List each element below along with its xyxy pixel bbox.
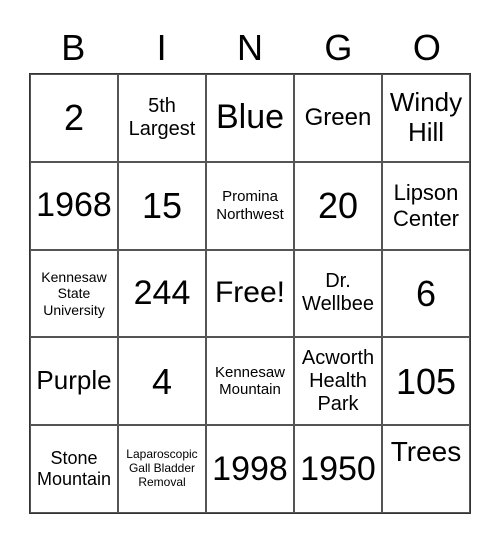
bingo-cell-text: Acworth Health Park	[301, 346, 375, 415]
bingo-cell[interactable]: 1968	[30, 161, 118, 250]
bingo-cell[interactable]: 15	[118, 161, 206, 250]
bingo-cell[interactable]: Kennesaw Mountain	[206, 337, 294, 426]
bingo-cell-text: Dr. Wellbee	[302, 270, 374, 316]
bingo-cell-text: 20	[317, 185, 359, 226]
bingo-cell[interactable]: Trees	[382, 425, 470, 513]
bingo-cell[interactable]: Laparoscopic Gall Bladder Removal	[118, 425, 206, 513]
header-letter-g: G	[324, 27, 353, 68]
bingo-cell[interactable]: 5th Largest	[118, 74, 206, 162]
bingo-cell-text: 105	[395, 360, 457, 402]
bingo-cell-text: Blue	[215, 98, 285, 137]
bingo-cell[interactable]: Windy Hill	[382, 74, 470, 162]
bingo-cell-text: Promina Northwest	[216, 188, 284, 223]
bingo-cell-text: 5th Largest	[128, 94, 196, 140]
bingo-cell[interactable]: 2	[30, 74, 118, 162]
bingo-cell[interactable]: 4	[118, 337, 206, 426]
bingo-cell[interactable]: Green	[294, 74, 382, 162]
header-letter-i: I	[156, 27, 167, 68]
bingo-cell-text: Purple	[36, 365, 112, 396]
bingo-grid: 2 5th Largest Blue Green Windy Hill 1968 15 Pro…	[29, 73, 471, 514]
bingo-cell[interactable]: Blue	[206, 74, 294, 162]
header-letter-n: N	[237, 27, 264, 68]
bingo-cell[interactable]: 105	[382, 337, 470, 426]
bingo-cell-text: 1968	[36, 186, 112, 225]
header-letter-o: O	[412, 27, 441, 68]
bingo-cell[interactable]: Kennesaw State University	[30, 249, 118, 338]
bingo-cell-text: Trees	[390, 436, 462, 467]
bingo-cell[interactable]: Acworth Health Park	[294, 337, 382, 426]
bingo-cell-text: 4	[151, 360, 173, 402]
bingo-cell-text: 1998	[212, 449, 288, 488]
bingo-cell-text: Kennesaw Mountain	[214, 364, 286, 399]
bingo-cell[interactable]: Promina Northwest	[206, 161, 294, 250]
bingo-cell[interactable]: Lipson Center	[382, 161, 470, 250]
bingo-cell-text: Free!	[214, 276, 286, 310]
bingo-cell-text: Kennesaw State University	[41, 269, 107, 318]
bingo-cell[interactable]: Dr. Wellbee	[294, 249, 382, 338]
bingo-header: B I N G O	[29, 24, 471, 72]
bingo-cell[interactable]: 1998	[206, 425, 294, 513]
bingo-cell-text: Green	[304, 104, 372, 132]
bingo-cell[interactable]: Free!	[206, 249, 294, 338]
bingo-cell[interactable]: Purple	[30, 337, 118, 426]
bingo-cell-text: Stone Mountain	[36, 448, 112, 490]
bingo-cell[interactable]: Stone Mountain	[30, 425, 118, 513]
header-letter-b: B	[61, 27, 86, 68]
bingo-cell[interactable]: 244	[118, 249, 206, 338]
bingo-cell-text: Laparoscopic Gall Bladder Removal	[126, 447, 198, 489]
bingo-cell-text: 15	[141, 185, 183, 226]
bingo-cell[interactable]: 6	[382, 249, 470, 338]
bingo-cell-text: Windy Hill	[389, 87, 463, 147]
bingo-cell[interactable]: 1950	[294, 425, 382, 513]
bingo-cell-text: 2	[63, 97, 85, 139]
bingo-cell-text: Lipson Center	[392, 180, 460, 231]
bingo-cell-text: 6	[415, 272, 437, 314]
bingo-cell-text: 244	[133, 273, 191, 312]
bingo-cell[interactable]: 20	[294, 161, 382, 250]
bingo-cell-text: 1950	[300, 449, 376, 488]
